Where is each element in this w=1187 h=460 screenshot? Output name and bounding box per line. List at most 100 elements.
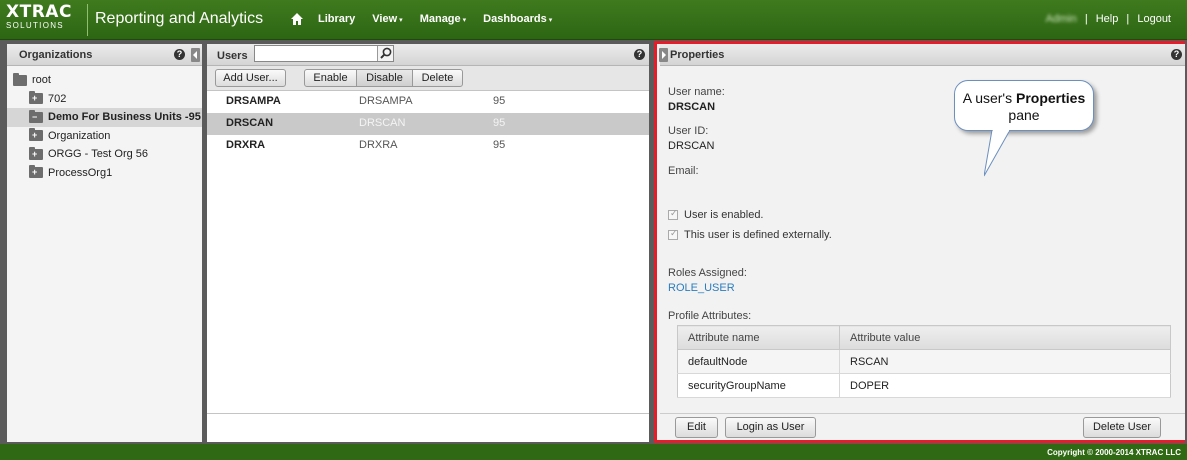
logo-divider xyxy=(87,4,88,36)
tree-node-label: ProcessOrg1 xyxy=(48,166,113,179)
disable-button[interactable]: Disable xyxy=(356,69,413,87)
tree-node-label: ORGG - Test Org 56 xyxy=(48,148,149,161)
properties-footer: Edit Login as User Delete User xyxy=(660,413,1185,440)
help-icon[interactable]: ? xyxy=(634,49,645,60)
logo-line1: XTRAC xyxy=(6,2,72,22)
tree-node-label: Demo For Business Units -95 xyxy=(48,111,201,124)
add-user-button[interactable]: Add User... xyxy=(215,69,286,87)
role-link[interactable]: ROLE_USER xyxy=(668,282,735,294)
user-name: DRSCAN xyxy=(226,117,274,129)
checkbox-icon xyxy=(668,228,678,240)
chevron-down-icon: ▾ xyxy=(399,17,403,24)
user-search xyxy=(254,45,394,62)
nav-dashboards-label: Dashboards xyxy=(483,13,547,25)
nav-library-label: Library xyxy=(318,13,356,25)
table-row-selected[interactable]: DRSCAN DRSCAN 95 xyxy=(207,113,649,135)
nav-manage-label: Manage xyxy=(419,13,461,25)
users-panel: Users ? Add User... Enable Disable Delet… xyxy=(207,44,649,442)
tree-node-root[interactable]: root xyxy=(7,71,202,90)
external-checkbox: This user is defined externally. xyxy=(668,228,832,241)
nav-manage[interactable]: Manage ▾ xyxy=(420,13,466,25)
tree-node[interactable]: + ORGG - Test Org 56 xyxy=(7,145,202,164)
tree-node-label: Organization xyxy=(48,129,111,142)
search-icon[interactable] xyxy=(377,46,393,61)
table-header-row: Attribute name Attribute value xyxy=(677,325,1171,350)
table-row[interactable]: DRSAMPA DRSAMPA 95 xyxy=(207,91,649,113)
login-as-user-button[interactable]: Login as User xyxy=(725,417,816,438)
organizations-header: Organizations ? xyxy=(7,44,202,66)
chevron-down-icon: ▾ xyxy=(548,17,553,24)
column-header: Attribute value xyxy=(839,325,1171,350)
edit-button[interactable]: Edit xyxy=(675,417,718,438)
column-header: Attribute name xyxy=(677,325,840,350)
callout-bubble: A user's Properties pane xyxy=(954,80,1094,131)
checkbox-label: User is enabled. xyxy=(684,209,764,221)
collapse-icon[interactable] xyxy=(191,48,200,62)
panel-title: Users xyxy=(217,50,248,62)
folder-open-icon: − xyxy=(29,109,43,123)
username-label: User name: xyxy=(668,86,725,98)
checkbox-icon xyxy=(668,208,678,220)
tree-node-selected[interactable]: − Demo For Business Units -95 xyxy=(7,108,202,127)
userid-value: DRSCAN xyxy=(668,140,715,152)
attributes-table: Attribute name Attribute value defaultNo… xyxy=(677,325,1171,398)
separator: | xyxy=(1084,13,1088,25)
properties-panel: Properties ? User name: DRSCAN User ID: … xyxy=(659,44,1185,440)
users-toolbar: Add User... Enable Disable Delete xyxy=(207,66,649,91)
enable-button[interactable]: Enable xyxy=(304,69,357,87)
separator: | xyxy=(1126,13,1130,25)
help-icon[interactable]: ? xyxy=(174,49,185,60)
current-user: Admin xyxy=(1045,13,1077,25)
help-link[interactable]: Help xyxy=(1096,13,1119,25)
attribute-value: DOPER xyxy=(839,373,1171,398)
nav-dashboards[interactable]: Dashboards ▾ xyxy=(483,13,552,25)
callout-tail xyxy=(984,130,1011,177)
folder-plus-icon: + xyxy=(29,146,43,160)
user-org: 95 xyxy=(493,139,506,151)
nav-view[interactable]: View ▾ xyxy=(372,13,402,25)
folder-plus-icon: + xyxy=(29,128,43,142)
top-bar: XTRAC SOLUTIONS Reporting and Analytics … xyxy=(0,0,1187,40)
panel-title: Properties xyxy=(670,49,725,61)
tree-node-label: root xyxy=(32,74,51,87)
attribute-value: RSCAN xyxy=(839,349,1171,374)
xtrac-logo: XTRAC SOLUTIONS xyxy=(6,3,86,36)
help-icon[interactable]: ? xyxy=(1171,49,1182,60)
table-row[interactable]: DRXRA DRXRA 95 xyxy=(207,135,649,157)
delete-button[interactable]: Delete xyxy=(412,69,463,87)
user-links: Admin | Help | Logout xyxy=(1046,13,1171,25)
username-value: DRSCAN xyxy=(668,101,716,113)
home-icon[interactable] xyxy=(290,12,304,26)
expand-icon[interactable] xyxy=(659,48,668,62)
callout-text-pre: A user's xyxy=(962,90,1013,106)
checkbox-label: This user is defined externally. xyxy=(684,229,832,241)
main-nav: Library View ▾ Manage ▾ Dashboards ▾ xyxy=(290,12,569,26)
attribute-name: defaultNode xyxy=(677,349,840,374)
logo-line2: SOLUTIONS xyxy=(6,21,64,30)
user-name: DRXRA xyxy=(226,139,266,151)
page-footer: Copyright © 2000-2014 XTRAC LLC xyxy=(0,444,1187,460)
users-footer xyxy=(207,413,649,442)
folder-plus-icon: + xyxy=(29,91,43,105)
nav-library[interactable]: Library xyxy=(318,13,355,25)
user-id: DRSAMPA xyxy=(359,95,413,107)
logout-link[interactable]: Logout xyxy=(1137,13,1171,25)
panel-title: Organizations xyxy=(19,49,93,61)
table-row: defaultNode RSCAN xyxy=(677,349,1171,374)
enabled-checkbox: User is enabled. xyxy=(668,208,764,221)
user-org: 95 xyxy=(493,117,506,129)
users-header: Users ? xyxy=(207,44,649,66)
chevron-down-icon: ▾ xyxy=(462,17,467,24)
tree-node[interactable]: + Organization xyxy=(7,127,202,146)
delete-user-button[interactable]: Delete User xyxy=(1083,417,1161,438)
tree-node[interactable]: + ProcessOrg1 xyxy=(7,164,202,183)
tree-node[interactable]: + 702 xyxy=(7,90,202,109)
roles-label: Roles Assigned: xyxy=(668,267,747,279)
table-row: securityGroupName DOPER xyxy=(677,373,1171,398)
copyright-text: Copyright © 2000-2014 XTRAC LLC xyxy=(1047,448,1181,457)
folder-open-icon xyxy=(13,72,27,86)
user-id: DRSCAN xyxy=(359,117,406,129)
userid-label: User ID: xyxy=(668,125,709,137)
search-input[interactable] xyxy=(255,46,375,61)
folder-plus-icon: + xyxy=(29,165,43,179)
